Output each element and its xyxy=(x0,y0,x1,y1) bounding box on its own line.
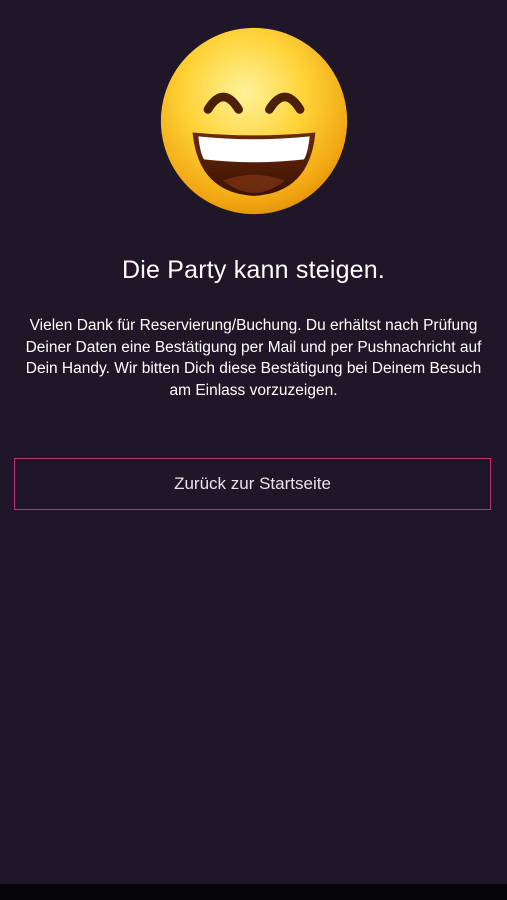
page-indicator-dots xyxy=(146,896,164,900)
back-to-home-button[interactable]: Zurück zur Startseite xyxy=(14,458,491,510)
grinning-face-smiling-eyes-icon xyxy=(160,27,348,215)
system-navigation-bar xyxy=(0,884,507,900)
page-title: Die Party kann steigen. xyxy=(121,256,386,284)
confirmation-screen: Die Party kann steigen. Vielen Dank für … xyxy=(0,0,507,884)
confirmation-message: Vielen Dank für Reservierung/Buchung. Du… xyxy=(25,317,482,399)
